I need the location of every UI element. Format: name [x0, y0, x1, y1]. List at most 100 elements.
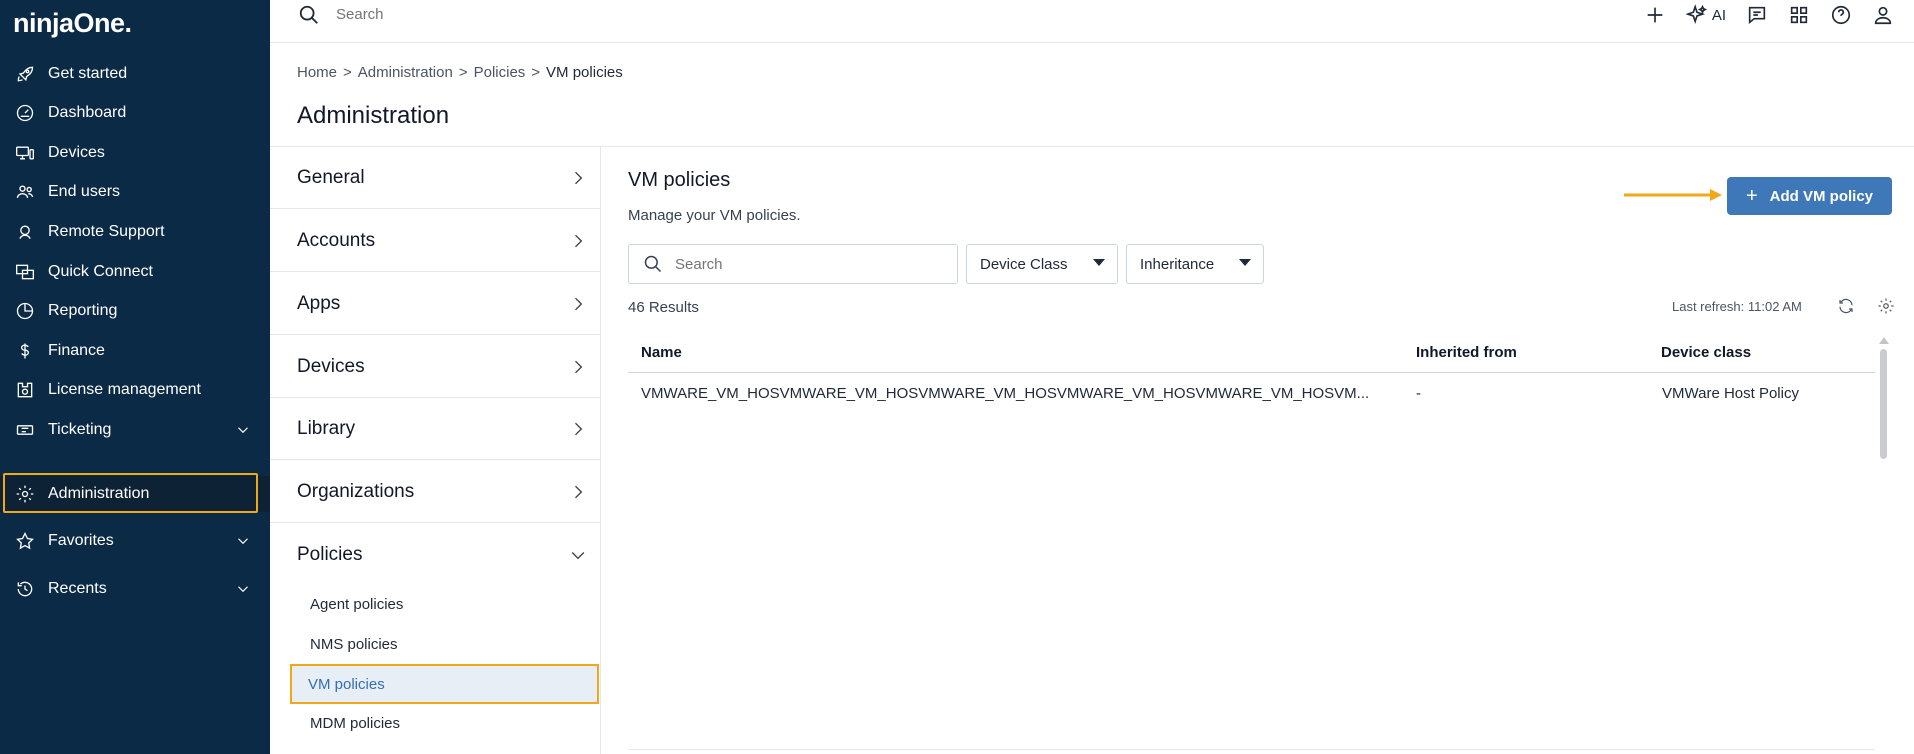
chevron-right-icon [568, 294, 588, 314]
chevron-right-icon [568, 419, 588, 439]
row-inherited: - [1416, 385, 1421, 402]
submenu-general[interactable]: General [270, 147, 600, 209]
user-icon [1874, 6, 1892, 25]
submenu-mdm-policies[interactable]: MDM policies [292, 705, 597, 741]
ai-label: AI [1711, 6, 1726, 24]
grid-icon [1790, 6, 1808, 24]
top-bar: AI [270, 0, 1914, 43]
chat-button[interactable] [1746, 0, 1768, 30]
dollar-icon [13, 339, 37, 363]
nav-label: End users [48, 183, 121, 200]
nav-label: Reporting [48, 302, 118, 319]
nav-label: Devices [48, 144, 105, 161]
devices-icon [13, 141, 37, 165]
submenu-vm-policies[interactable]: VM policies [290, 664, 599, 704]
table-bottom-divider [628, 749, 1875, 750]
filter-label: Inheritance [1140, 255, 1215, 273]
section-title: VM policies [628, 169, 731, 191]
add-vm-policy-label: Add VM policy [1769, 187, 1874, 205]
license-icon [13, 378, 37, 402]
breadcrumb-policies[interactable]: Policies [474, 64, 526, 81]
nav-item-end-users[interactable]: End users [0, 174, 270, 210]
nav-label: Recents [48, 580, 107, 597]
nav-item-remote-support[interactable]: Remote Support [0, 214, 270, 250]
submenu-agent-policies[interactable]: Agent policies [292, 586, 597, 622]
submenu-apps[interactable]: Apps [270, 273, 600, 335]
search-icon [644, 255, 662, 273]
results-count: 46 Results [628, 299, 699, 316]
submenu-devices[interactable]: Devices [270, 336, 600, 398]
chevron-right-icon [568, 231, 588, 251]
scroll-thumb[interactable] [1880, 349, 1887, 459]
nav-label: Quick Connect [48, 263, 153, 280]
section-subtitle: Manage your VM policies. [628, 207, 801, 224]
nav-label: Get started [48, 65, 128, 82]
policy-search-box[interactable] [628, 244, 958, 284]
star-icon [13, 529, 37, 553]
apps-button[interactable] [1788, 0, 1810, 30]
policy-search-input[interactable] [675, 255, 935, 273]
global-search-input[interactable] [336, 6, 736, 23]
row-device-class: VMWare Host Policy [1662, 385, 1799, 402]
submenu-organizations[interactable]: Organizations [270, 461, 600, 523]
main-panel: VM policies Manage your VM policies. + Ad… [602, 147, 1914, 754]
inheritance-filter[interactable]: Inheritance [1126, 244, 1264, 284]
nav-item-ticketing[interactable]: Ticketing [0, 412, 270, 448]
submenu-label: Organizations [297, 480, 415, 502]
nav-label: Favorites [48, 532, 114, 549]
table-settings-icon[interactable] [1877, 297, 1897, 317]
chevron-right-icon [568, 168, 588, 188]
user-button[interactable] [1872, 0, 1894, 30]
nav-item-license-management[interactable]: License management [0, 372, 270, 408]
top-actions: AI [1644, 0, 1914, 30]
caret-down-icon [1239, 259, 1251, 266]
nav-item-finance[interactable]: Finance [0, 333, 270, 369]
nav-label: License management [48, 381, 201, 398]
device-class-filter[interactable]: Device Class [966, 244, 1118, 284]
search-icon [298, 4, 320, 26]
chevron-right-icon [568, 482, 588, 502]
refresh-icon[interactable] [1837, 297, 1857, 317]
ai-button[interactable]: AI [1685, 0, 1726, 30]
column-header-device-class[interactable]: Device class [1661, 344, 1751, 361]
chevron-down-icon[interactable] [234, 532, 252, 550]
nav-item-reporting[interactable]: Reporting [0, 293, 270, 329]
caret-down-icon [1093, 259, 1105, 266]
users-icon [13, 180, 37, 204]
plus-icon: + [1745, 185, 1758, 207]
breadcrumb-administration[interactable]: Administration [358, 64, 453, 81]
nav-item-devices[interactable]: Devices [0, 135, 270, 171]
submenu-label: Apps [297, 292, 341, 314]
table-header: Name Inherited from Device class [628, 333, 1875, 373]
rocket-icon [13, 62, 37, 86]
submenu-policies[interactable]: Policies [270, 524, 600, 586]
submenu-label: Devices [297, 355, 365, 377]
help-button[interactable] [1830, 0, 1852, 30]
breadcrumb-home[interactable]: Home [297, 64, 337, 81]
breadcrumb: Home > Administration > Policies > VM polic… [297, 64, 623, 81]
add-button[interactable] [1644, 0, 1666, 30]
submenu-nms-policies[interactable]: NMS policies [292, 626, 597, 662]
nav-item-administration[interactable]: Administration [0, 476, 270, 512]
chevron-down-icon[interactable] [234, 421, 252, 439]
row-name[interactable]: VMWARE_VM_HOSVMWARE_VM_HOSVMWARE_VM_HOSV… [641, 385, 1369, 402]
sparkle-icon [1685, 4, 1707, 25]
scroll-up-arrow[interactable] [1879, 337, 1889, 344]
nav-item-quick-connect[interactable]: Quick Connect [0, 254, 270, 290]
table-row[interactable]: VMWARE_VM_HOSVMWARE_VM_HOSVMWARE_VM_HOSV… [628, 373, 1875, 417]
submenu-library[interactable]: Library [270, 398, 600, 460]
nav-item-dashboard[interactable]: Dashboard [0, 95, 270, 131]
column-header-inherited[interactable]: Inherited from [1416, 344, 1517, 361]
nav-item-favorites[interactable]: Favorites [0, 523, 270, 559]
chevron-down-icon[interactable] [234, 580, 252, 598]
nav-item-get-started[interactable]: Get started [0, 56, 270, 92]
gauge-icon [13, 101, 37, 125]
add-vm-policy-button[interactable]: + Add VM policy [1727, 177, 1892, 215]
submenu-accounts[interactable]: Accounts [270, 210, 600, 272]
ninjaone-logo[interactable]: ninjaOne. [13, 8, 132, 38]
nav-item-recents[interactable]: Recents [0, 571, 270, 607]
column-header-name[interactable]: Name [641, 344, 682, 361]
table-scrollbar[interactable] [1879, 337, 1889, 467]
pie-chart-icon [13, 299, 37, 323]
history-icon [13, 577, 37, 601]
